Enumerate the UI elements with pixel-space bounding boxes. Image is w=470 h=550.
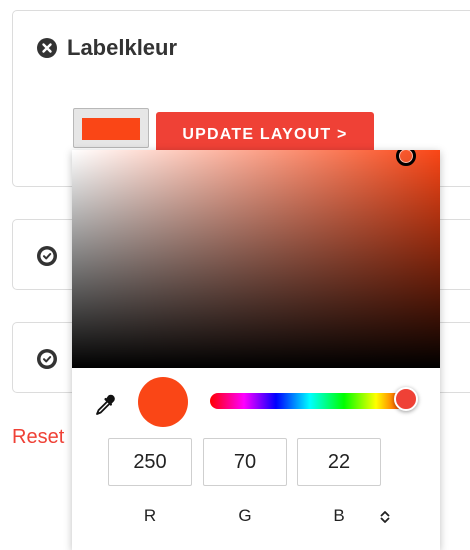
saturation-black-gradient	[72, 150, 440, 368]
saturation-area[interactable]	[72, 150, 440, 368]
red-channel-label: R	[143, 506, 157, 525]
color-preview	[138, 377, 188, 427]
green-channel-label: G	[238, 506, 252, 525]
chevron-up-down-icon[interactable]	[376, 508, 394, 526]
blue-channel-input[interactable]: 22	[297, 438, 381, 486]
card-title: Labelkleur	[37, 35, 177, 61]
eyedropper-icon[interactable]	[92, 392, 118, 418]
green-channel-input[interactable]: 70	[203, 438, 287, 486]
color-swatch-button[interactable]	[73, 108, 149, 148]
circle-check-icon	[37, 349, 57, 369]
reset-link[interactable]: Reset	[12, 426, 64, 449]
circle-x-icon[interactable]	[37, 38, 57, 58]
card-title-text: Labelkleur	[67, 35, 178, 60]
color-swatch	[82, 118, 140, 140]
hue-slider-thumb[interactable]	[394, 387, 418, 411]
blue-channel-label: B	[333, 506, 345, 525]
color-picker-popup: 250 70 22 R G B	[72, 150, 440, 550]
red-channel-input[interactable]: 250	[108, 438, 192, 486]
hue-slider[interactable]	[210, 393, 410, 409]
circle-check-icon	[37, 246, 57, 266]
